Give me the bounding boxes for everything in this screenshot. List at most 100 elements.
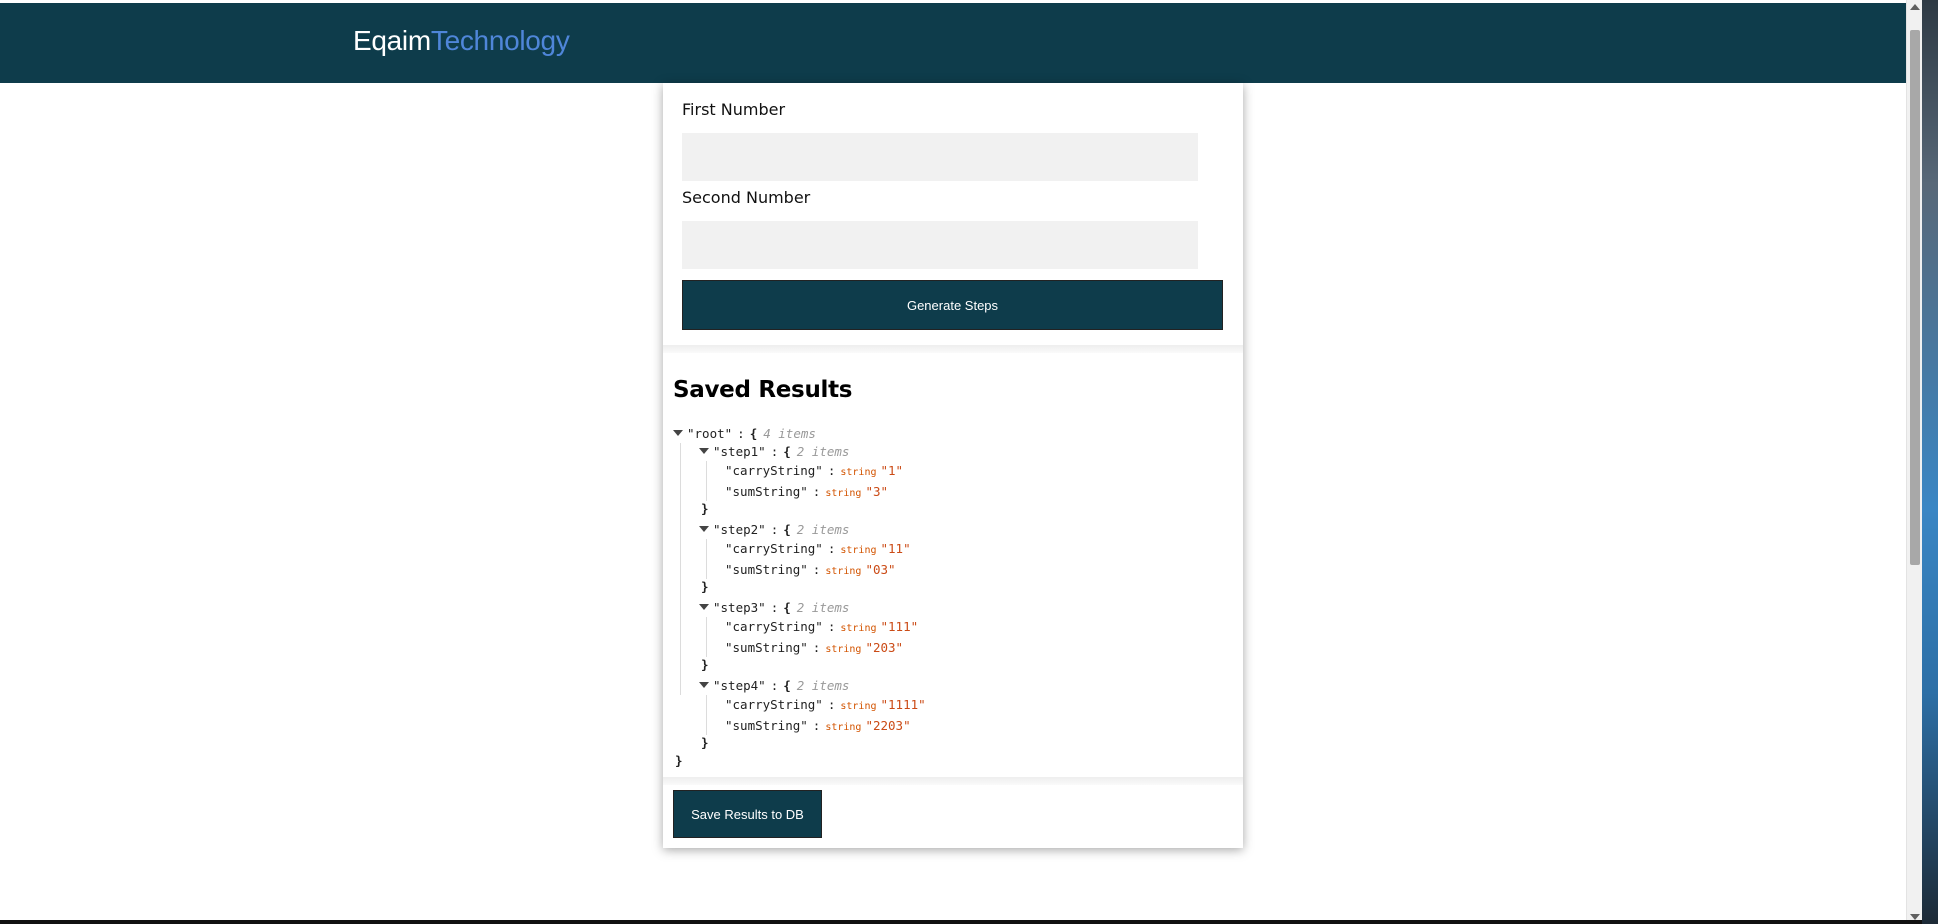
- tree-guide-root: [680, 443, 681, 695]
- tree-open-brace: {: [783, 600, 791, 615]
- tree-key: "carryString": [725, 619, 823, 634]
- tree-value: "03": [865, 562, 896, 577]
- section-divider: [663, 777, 1243, 785]
- tree-value: "11": [880, 541, 911, 556]
- tree-leaf-row: "sumString": string "203": [725, 639, 903, 657]
- tree-guide: [706, 461, 707, 501]
- tree-open-brace: {: [783, 444, 791, 459]
- tree-colon: :: [770, 600, 779, 615]
- tree-close-brace: }: [701, 579, 709, 594]
- tree-root-row: "root": {4 items: [673, 425, 816, 443]
- tree-colon: :: [812, 718, 821, 733]
- page-scrollbar[interactable]: [1906, 0, 1923, 924]
- tree-type: string: [825, 722, 862, 733]
- tree-close-brace: }: [701, 657, 709, 672]
- tree-open-brace: {: [783, 522, 791, 537]
- tree-value: "1": [880, 463, 904, 478]
- tree-key: "sumString": [725, 484, 808, 499]
- scroll-up-arrow-icon[interactable]: [1910, 4, 1920, 10]
- tree-key: "sumString": [725, 562, 808, 577]
- tree-key: "root": [687, 426, 733, 441]
- tree-key: "step2": [713, 522, 766, 537]
- tree-colon: :: [770, 522, 779, 537]
- tree-count: 2 items: [796, 600, 850, 615]
- main-card: First Number Second Number Generate Step…: [663, 83, 1243, 848]
- tree-count: 2 items: [796, 444, 850, 459]
- tree-leaf-row: "carryString": string "111": [725, 618, 918, 636]
- collapse-caret-icon[interactable]: [699, 447, 709, 454]
- tree-key: "step4": [713, 678, 766, 693]
- tree-colon: :: [812, 484, 821, 499]
- tree-guide: [706, 539, 707, 579]
- tree-colon: :: [827, 541, 836, 556]
- scrollbar-thumb[interactable]: [1910, 30, 1920, 565]
- generate-steps-button[interactable]: Generate Steps: [682, 280, 1223, 330]
- tree-key: "step3": [713, 600, 766, 615]
- saved-results-title: Saved Results: [673, 377, 853, 403]
- tree-type: string: [825, 488, 862, 499]
- tree-type: string: [840, 623, 877, 634]
- tree-key: "carryString": [725, 697, 823, 712]
- second-number-label: Second Number: [682, 188, 811, 207]
- tree-leaf-row: "carryString": string "1111": [725, 696, 926, 714]
- tree-colon: :: [812, 640, 821, 655]
- save-results-button[interactable]: Save Results to DB: [673, 790, 822, 838]
- tree-key: "step1": [713, 444, 766, 459]
- tree-type: string: [840, 701, 877, 712]
- tree-step-row: "step1": {2 items: [699, 443, 849, 461]
- tree-value: "203": [865, 640, 904, 655]
- tree-value: "2203": [865, 718, 911, 733]
- bottom-border: [0, 920, 1922, 924]
- tree-colon: :: [812, 562, 821, 577]
- first-number-input[interactable]: [682, 133, 1198, 181]
- tree-colon: :: [827, 463, 836, 478]
- tree-count: 4 items: [763, 426, 816, 441]
- tree-value: "1111": [880, 697, 926, 712]
- tree-value: "111": [880, 619, 919, 634]
- tree-key: "sumString": [725, 640, 808, 655]
- tree-colon: :: [827, 619, 836, 634]
- tree-type: string: [825, 566, 862, 577]
- tree-colon: :: [770, 678, 779, 693]
- tree-type: string: [825, 644, 862, 655]
- tree-leaf-row: "carryString": string "11": [725, 540, 911, 558]
- brand-logo[interactable]: EqaimTechnology: [353, 25, 570, 57]
- second-number-input[interactable]: [682, 221, 1198, 269]
- tree-colon: :: [770, 444, 779, 459]
- tree-close-row: }: [701, 578, 709, 596]
- tree-leaf-row: "carryString": string "1": [725, 462, 903, 480]
- tree-step-row: "step4": {2 items: [699, 677, 849, 695]
- tree-colon: :: [827, 697, 836, 712]
- tree-key: "carryString": [725, 541, 823, 556]
- background-window-edge: [1922, 0, 1938, 924]
- tree-count: 2 items: [796, 678, 850, 693]
- first-number-label: First Number: [682, 100, 786, 119]
- collapse-caret-icon[interactable]: [699, 681, 709, 688]
- tree-guide: [706, 617, 707, 657]
- navbar: EqaimTechnology: [0, 3, 1906, 83]
- tree-step-row: "step3": {2 items: [699, 599, 849, 617]
- tree-close-row: }: [701, 656, 709, 674]
- tree-type: string: [840, 545, 877, 556]
- collapse-caret-icon[interactable]: [699, 603, 709, 610]
- tree-value: "3": [865, 484, 889, 499]
- tree-close-brace: }: [675, 753, 683, 768]
- collapse-caret-icon[interactable]: [699, 525, 709, 532]
- tree-close-row: }: [701, 500, 709, 518]
- tree-open-brace: {: [783, 678, 791, 693]
- tree-leaf-row: "sumString": string "3": [725, 483, 888, 501]
- brand-name-part1: Eqaim: [353, 25, 431, 56]
- brand-name-part2: Technology: [430, 25, 570, 56]
- tree-open-brace: {: [749, 426, 758, 441]
- tree-leaf-row: "sumString": string "03": [725, 561, 896, 579]
- tree-key: "carryString": [725, 463, 823, 478]
- tree-leaf-row: "sumString": string "2203": [725, 717, 911, 735]
- tree-key: "sumString": [725, 718, 808, 733]
- tree-count: 2 items: [796, 522, 850, 537]
- collapse-caret-icon[interactable]: [673, 429, 683, 436]
- tree-close-brace: }: [701, 735, 709, 750]
- tree-colon: :: [737, 426, 745, 441]
- tree-type: string: [840, 467, 877, 478]
- tree-step-row: "step2": {2 items: [699, 521, 849, 539]
- tree-root-close-row: }: [675, 752, 683, 770]
